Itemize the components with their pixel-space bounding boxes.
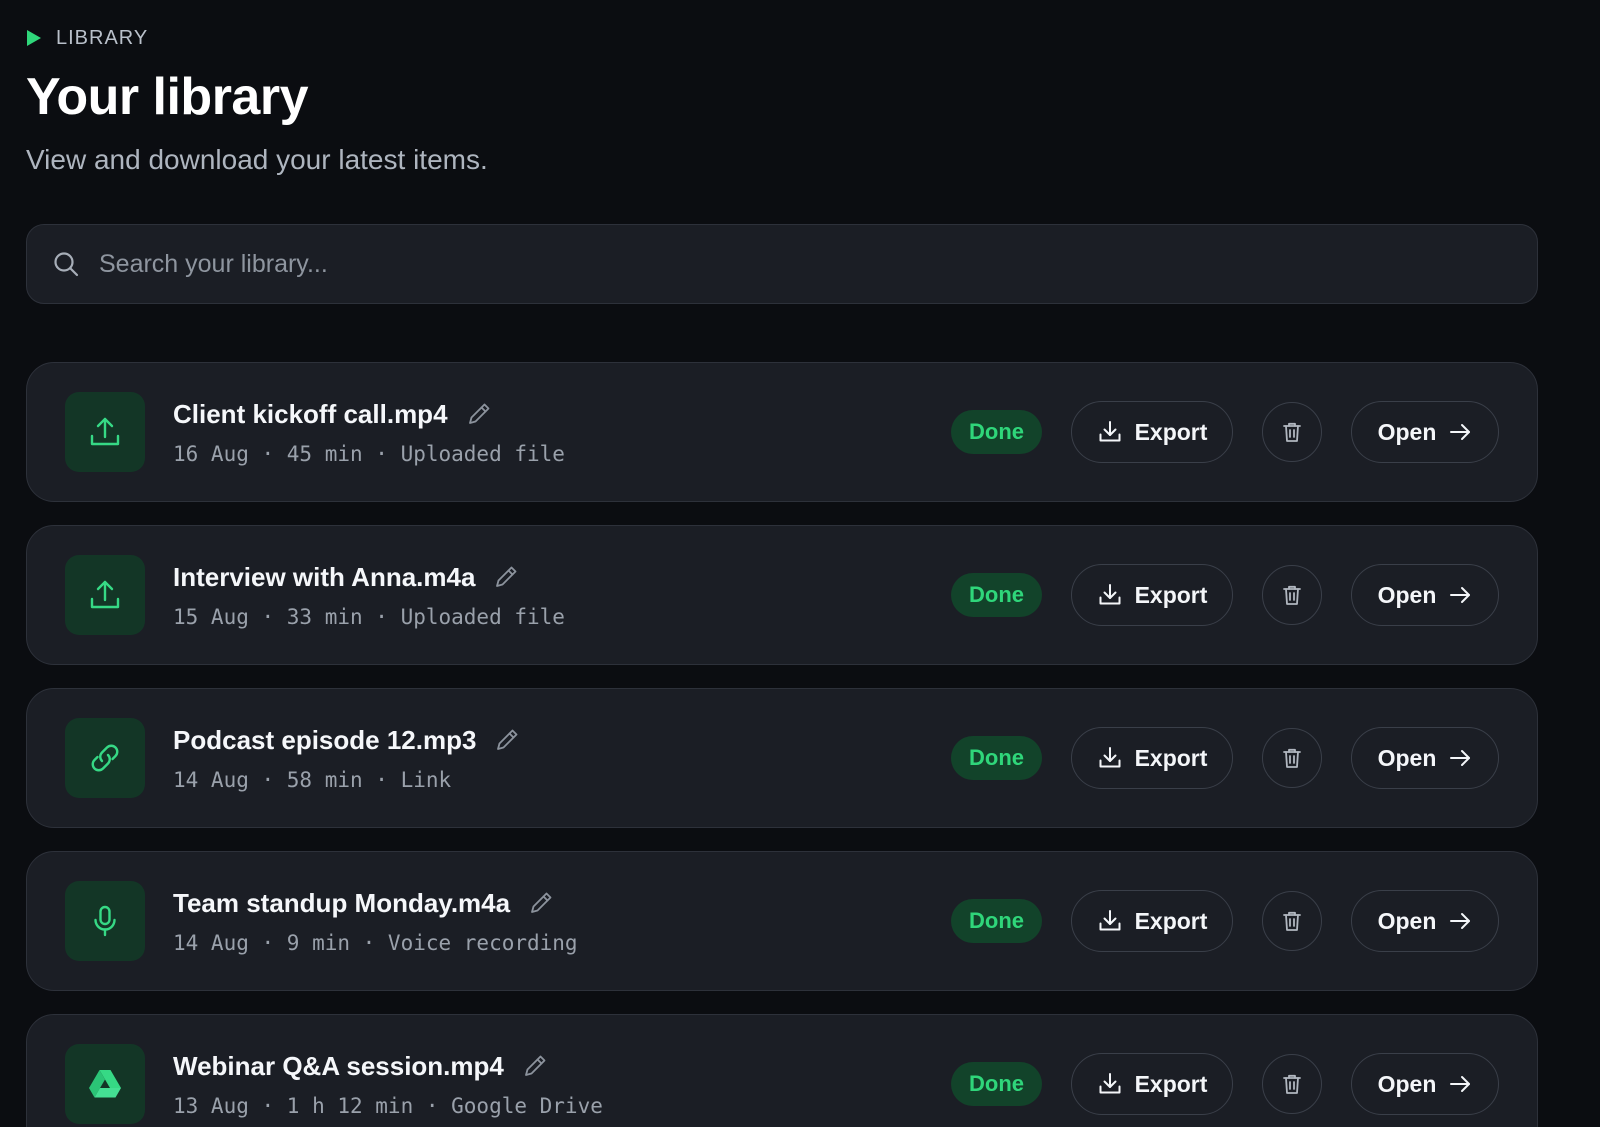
- delete-button[interactable]: [1262, 402, 1322, 463]
- download-icon: [1099, 747, 1121, 768]
- upload-icon: [90, 580, 120, 609]
- trash-icon: [1283, 1075, 1301, 1095]
- status-badge: Done: [951, 1062, 1042, 1107]
- trash-icon: [1283, 423, 1301, 443]
- open-button[interactable]: Open: [1351, 1053, 1499, 1116]
- item-info: Interview with Anna.m4a 15 Aug · 33 min …: [173, 562, 951, 629]
- item-title: Podcast episode 12.mp3: [173, 724, 477, 755]
- item-title: Webinar Q&A session.mp4: [173, 1050, 504, 1081]
- arrow-right-icon: [1450, 750, 1471, 767]
- open-label: Open: [1377, 1070, 1437, 1097]
- export-label: Export: [1134, 1070, 1208, 1097]
- export-button[interactable]: Export: [1071, 1053, 1233, 1116]
- link-icon: [91, 744, 119, 772]
- download-icon: [1099, 1073, 1121, 1094]
- trash-icon: [1283, 586, 1301, 606]
- open-label: Open: [1377, 418, 1437, 445]
- item-thumbnail: [65, 1044, 145, 1125]
- item-meta: 14 Aug · 9 min · Voice recording: [173, 930, 578, 955]
- library-item[interactable]: Interview with Anna.m4a 15 Aug · 33 min …: [26, 525, 1538, 666]
- status-badge: Done: [951, 573, 1042, 618]
- open-button[interactable]: Open: [1351, 890, 1499, 953]
- download-icon: [1099, 584, 1121, 605]
- arrow-right-icon: [1450, 587, 1471, 604]
- item-actions: Done Export Open: [951, 401, 1499, 464]
- download-icon: [1099, 910, 1121, 931]
- eyebrow-label: LIBRARY: [56, 26, 149, 49]
- library-item[interactable]: Team standup Monday.m4a 14 Aug · 9 min ·…: [26, 851, 1538, 992]
- item-thumbnail: [65, 555, 145, 636]
- item-thumbnail: [65, 718, 145, 799]
- delete-button[interactable]: [1262, 891, 1322, 952]
- section-eyebrow: LIBRARY: [26, 24, 1600, 52]
- delete-button[interactable]: [1262, 1054, 1322, 1115]
- delete-button[interactable]: [1262, 565, 1322, 626]
- item-title: Interview with Anna.m4a: [173, 561, 476, 592]
- delete-button[interactable]: [1262, 728, 1322, 789]
- item-info: Team standup Monday.m4a 14 Aug · 9 min ·…: [173, 888, 951, 955]
- item-title: Client kickoff call.mp4: [173, 398, 448, 429]
- item-meta: 16 Aug · 45 min · Uploaded file: [173, 441, 565, 466]
- search-icon: [54, 252, 79, 277]
- google-drive-icon: [89, 1070, 121, 1098]
- item-thumbnail: [65, 881, 145, 962]
- arrow-right-icon: [1450, 913, 1471, 930]
- item-title: Team standup Monday.m4a: [173, 887, 511, 918]
- export-button[interactable]: Export: [1071, 727, 1233, 790]
- item-actions: Done Export Open: [951, 1053, 1499, 1116]
- item-thumbnail: [65, 392, 145, 473]
- export-label: Export: [1134, 581, 1208, 608]
- microphone-icon: [94, 905, 116, 937]
- export-label: Export: [1134, 744, 1208, 771]
- library-item[interactable]: Podcast episode 12.mp3 14 Aug · 58 min ·…: [26, 688, 1538, 829]
- search-bar[interactable]: [26, 224, 1538, 305]
- library-list: Client kickoff call.mp4 16 Aug · 45 min …: [26, 362, 1600, 1127]
- export-label: Export: [1134, 907, 1208, 934]
- search-input[interactable]: [99, 225, 1537, 304]
- status-badge: Done: [951, 899, 1042, 944]
- export-button[interactable]: Export: [1071, 401, 1233, 464]
- item-info: Webinar Q&A session.mp4 13 Aug · 1 h 12 …: [173, 1051, 951, 1118]
- open-label: Open: [1377, 744, 1437, 771]
- export-button[interactable]: Export: [1071, 890, 1233, 953]
- item-meta: 13 Aug · 1 h 12 min · Google Drive: [173, 1093, 603, 1118]
- item-actions: Done Export Open: [951, 890, 1499, 953]
- library-page: LIBRARY Your library View and download y…: [0, 0, 1600, 1127]
- pencil-icon[interactable]: [522, 1053, 548, 1079]
- item-actions: Done Export Open: [951, 564, 1499, 627]
- library-item[interactable]: Client kickoff call.mp4 16 Aug · 45 min …: [26, 362, 1538, 503]
- item-info: Podcast episode 12.mp3 14 Aug · 58 min ·…: [173, 725, 951, 792]
- page-subtitle: View and download your latest items.: [26, 143, 488, 175]
- item-actions: Done Export Open: [951, 727, 1499, 790]
- arrow-right-icon: [1450, 424, 1471, 441]
- open-label: Open: [1377, 907, 1437, 934]
- open-button[interactable]: Open: [1351, 564, 1499, 627]
- item-info: Client kickoff call.mp4 16 Aug · 45 min …: [173, 399, 951, 466]
- item-meta: 15 Aug · 33 min · Uploaded file: [173, 604, 565, 629]
- arrow-right-icon: [1450, 1076, 1471, 1093]
- trash-icon: [1283, 749, 1301, 769]
- pencil-icon[interactable]: [493, 564, 519, 590]
- item-meta: 14 Aug · 58 min · Link: [173, 767, 452, 792]
- pencil-icon[interactable]: [466, 401, 492, 427]
- library-item[interactable]: Webinar Q&A session.mp4 13 Aug · 1 h 12 …: [26, 1014, 1538, 1127]
- open-button[interactable]: Open: [1351, 401, 1499, 464]
- pencil-icon[interactable]: [494, 727, 520, 753]
- status-badge: Done: [951, 736, 1042, 781]
- play-icon: [27, 30, 41, 46]
- trash-icon: [1283, 912, 1301, 932]
- export-label: Export: [1134, 418, 1208, 445]
- pencil-icon[interactable]: [528, 890, 554, 916]
- page-title: Your library: [26, 68, 309, 126]
- upload-icon: [90, 417, 120, 446]
- status-badge: Done: [951, 410, 1042, 455]
- open-button[interactable]: Open: [1351, 727, 1499, 790]
- export-button[interactable]: Export: [1071, 564, 1233, 627]
- download-icon: [1099, 421, 1121, 442]
- open-label: Open: [1377, 581, 1437, 608]
